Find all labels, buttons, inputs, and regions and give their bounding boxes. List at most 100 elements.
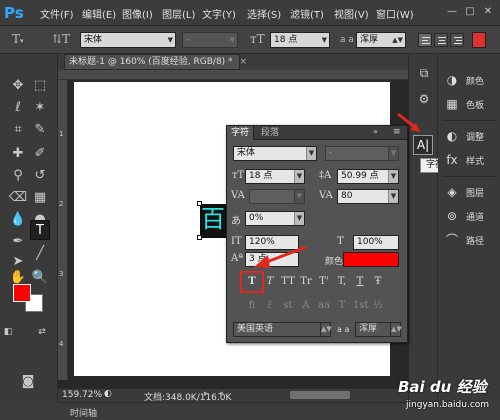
properties-panel-icon[interactable]: ⚙ — [415, 90, 433, 108]
panel-menu-icon[interactable]: ≡ — [393, 127, 401, 137]
align-left-button[interactable] — [418, 33, 432, 47]
collapse-panel-icon[interactable]: » — [373, 127, 378, 136]
ligatures-button[interactable]: fi — [245, 299, 259, 313]
maximize-button[interactable]: □ — [464, 6, 476, 18]
panel-swatches[interactable]: ▦ 色板 — [442, 94, 498, 114]
eyedropper-tool-icon[interactable]: ✎ — [30, 120, 50, 140]
cp-antialias-select[interactable]: 浑厚 ▲▼ — [355, 322, 402, 337]
horizontal-scrollbar[interactable] — [290, 391, 350, 399]
blur-tool-icon[interactable]: 💧 — [8, 210, 28, 230]
character-panel-icon[interactable]: A| — [413, 135, 433, 155]
font-family-value: 宋体 — [84, 35, 103, 45]
quick-mask-icon[interactable]: ◙ — [18, 372, 38, 392]
cp-tracking-select[interactable]: 80 ▼ — [337, 189, 399, 204]
menu-type[interactable]: 文字(Y) — [202, 6, 236, 21]
document-tab[interactable]: 未标题-1 @ 160% (百度经验, RGB/8) * × — [64, 54, 247, 70]
type-tool-preset-icon[interactable]: T▾ — [12, 32, 24, 46]
cp-language-select[interactable]: 美国英语 ▲▼ — [233, 322, 332, 337]
titling-alternates-button[interactable]: T — [335, 299, 349, 313]
font-family-select[interactable]: 宋体 ▼ — [80, 32, 176, 48]
close-button[interactable]: ✕ — [482, 6, 494, 18]
stylistic-alternates-button[interactable]: aa — [317, 299, 331, 313]
panel-label: 图层 — [466, 189, 485, 199]
menu-view[interactable]: 视图(V) — [334, 6, 369, 21]
healing-brush-tool-icon[interactable]: ✚ — [8, 144, 28, 164]
character-panel-header: 字符 段落 » ≡ — [227, 126, 407, 140]
cp-kerning-select[interactable]: ▼ — [249, 189, 305, 204]
chevron-down-icon: ▼ — [388, 190, 398, 203]
zoom-level[interactable]: 159.72% — [62, 390, 102, 400]
history-panel-icon[interactable]: ⧉ — [415, 64, 433, 82]
strikethrough-button[interactable]: Ŧ — [371, 275, 385, 289]
font-style-select[interactable]: - ▼ — [182, 32, 238, 48]
default-colors-icon[interactable]: ◧ — [2, 326, 14, 338]
panel-channels[interactable]: ⊚ 通道 — [442, 206, 498, 226]
cp-font-size-select[interactable]: 18 点 ▼ — [245, 169, 305, 184]
eraser-tool-icon[interactable]: ⌫ — [8, 188, 28, 208]
clone-stamp-tool-icon[interactable]: ⚲ — [8, 166, 28, 186]
gradient-tool-icon[interactable]: ▦ — [30, 188, 50, 208]
cp-horizontal-scale-input[interactable]: 100% — [353, 235, 399, 250]
chevron-down-icon: ▼ — [321, 36, 327, 44]
menu-filter[interactable]: 滤镜(T) — [290, 6, 324, 21]
panel-color[interactable]: ◑ 颜色 — [442, 70, 498, 90]
text-color-swatch[interactable] — [472, 32, 486, 48]
tab-paragraph[interactable]: 段落 — [257, 126, 283, 140]
panel-layers[interactable]: ◈ 图层 — [442, 182, 498, 202]
menu-image[interactable]: 图像(I) — [122, 6, 153, 21]
move-tool-icon[interactable]: ✥ — [8, 76, 28, 96]
timeline-panel-tab[interactable]: 时间轴 — [58, 402, 408, 420]
close-tab-icon[interactable]: × — [239, 57, 247, 67]
menu-edit[interactable]: 编辑(E) — [82, 6, 116, 21]
cp-font-family-select[interactable]: 宋体 ▼ — [233, 146, 317, 161]
crop-tool-icon[interactable]: ⌗ — [8, 120, 28, 140]
bounding-box-handle[interactable] — [197, 235, 202, 240]
panel-adjustments[interactable]: ◐ 调整 — [442, 126, 498, 146]
cp-leading-select[interactable]: 50.99 点 ▼ — [337, 169, 399, 184]
scroll-left-icon[interactable]: ◂ — [218, 389, 223, 399]
history-brush-tool-icon[interactable]: ↺ — [30, 166, 50, 186]
contextual-alternates-button[interactable]: ℰ — [263, 299, 277, 313]
all-caps-button[interactable]: TT — [281, 275, 295, 289]
panel-styles[interactable]: fx 样式 — [442, 150, 498, 170]
magic-wand-tool-icon[interactable]: ✶ — [30, 98, 50, 118]
menu-window[interactable]: 窗口(W) — [376, 6, 414, 21]
discretionary-ligatures-button[interactable]: st — [281, 299, 295, 313]
zoom-tool-icon[interactable]: 🔍 — [30, 268, 50, 288]
faux-bold-button[interactable]: T — [245, 275, 259, 289]
menu-select[interactable]: 选择(S) — [247, 6, 281, 21]
menu-file[interactable]: 文件(F) — [40, 6, 74, 21]
pen-tool-icon[interactable]: ✒ — [8, 232, 28, 252]
marquee-tool-icon[interactable]: ⬚ — [30, 76, 50, 96]
orientation-toggle-icon[interactable]: ⇅T — [52, 32, 70, 46]
ordinals-button[interactable]: 1st — [353, 299, 369, 313]
cp-tsume-select[interactable]: 0% ▼ — [245, 211, 305, 226]
info-menu-icon[interactable]: ▸ — [204, 389, 209, 399]
swap-colors-icon[interactable]: ⇄ — [36, 326, 48, 338]
panel-label: 样式 — [466, 157, 485, 167]
panel-paths[interactable]: ⌒ 路径 — [442, 230, 498, 250]
align-right-button[interactable] — [450, 33, 464, 47]
underline-button[interactable]: T — [353, 275, 367, 289]
lasso-tool-icon[interactable]: ℓ — [8, 98, 28, 118]
superscript-button[interactable]: T' — [317, 275, 331, 289]
antialias-icon: a a — [340, 35, 354, 45]
align-center-button[interactable] — [434, 33, 448, 47]
menu-layer[interactable]: 图层(L) — [162, 6, 195, 21]
tab-character[interactable]: 字符 — [227, 126, 255, 140]
bounding-box-handle[interactable] — [197, 201, 202, 206]
brush-tool-icon[interactable]: ✐ — [30, 144, 50, 164]
cp-font-style-select[interactable]: - ▼ — [325, 146, 399, 161]
type-tool-icon[interactable]: T — [30, 220, 50, 240]
subscript-button[interactable]: T, — [335, 275, 349, 289]
small-caps-button[interactable]: Tr — [299, 275, 313, 289]
minimize-button[interactable]: — — [446, 6, 458, 18]
font-size-select[interactable]: 18 点 ▼ — [270, 32, 330, 48]
status-arrow-icon[interactable]: ◐ — [104, 389, 112, 399]
cp-color-swatch[interactable] — [343, 252, 399, 267]
line-tool-icon[interactable]: ╱ — [30, 244, 50, 264]
fractions-button[interactable]: ½ — [371, 299, 385, 313]
swash-button[interactable]: A — [299, 299, 313, 313]
faux-italic-button[interactable]: T — [263, 275, 277, 289]
antialias-select[interactable]: 浑厚 ▲▼ — [356, 32, 406, 48]
